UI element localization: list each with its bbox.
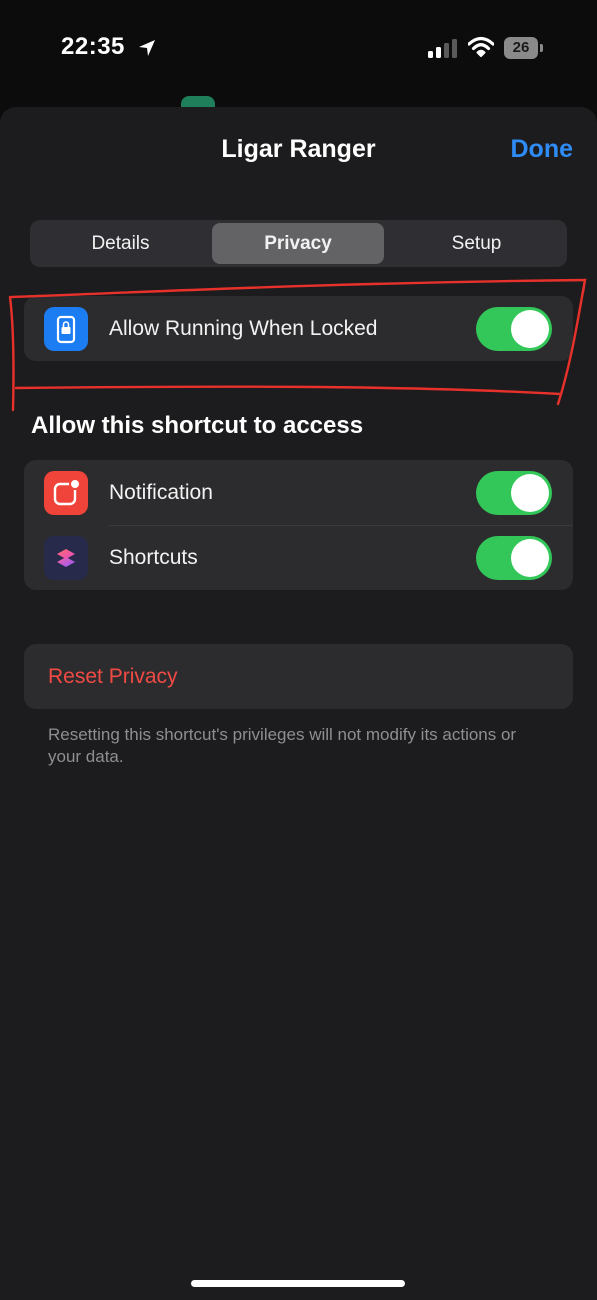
tab-details[interactable]: Details [33,223,208,264]
shortcuts-app-icon [44,536,88,580]
reset-privacy-button[interactable]: Reset Privacy [24,644,573,709]
page-title: Ligar Ranger [221,135,376,163]
notification-label: Notification [109,481,213,504]
battery-tip [540,44,543,52]
allow-running-locked-toggle[interactable] [476,307,552,351]
notification-row: Notification [24,460,573,526]
shortcuts-toggle[interactable] [476,536,552,580]
wifi-icon [468,36,494,57]
section-header: Allow this shortcut to access [31,412,364,439]
cellular-signal-icon [428,39,457,58]
done-button[interactable]: Done [511,135,574,164]
allow-running-locked-row: Allow Running When Locked [24,296,573,361]
shortcuts-row: Shortcuts [24,525,573,590]
segmented-control: Details Privacy Setup [30,220,567,267]
battery-level: 26 [512,39,530,56]
lock-screen-icon [44,307,88,351]
reset-privacy-label: Reset Privacy [48,665,178,688]
reset-footnote: Resetting this shortcut's privileges wil… [48,725,517,766]
notification-icon [44,471,88,515]
tab-privacy[interactable]: Privacy [212,223,384,264]
tab-setup[interactable]: Setup [389,223,564,264]
shortcuts-label: Shortcuts [109,546,198,569]
allow-running-locked-label: Allow Running When Locked [109,317,378,340]
status-time: 22:35 [61,33,125,60]
status-bar: 22:35 26 [0,0,597,100]
location-arrow-icon [139,40,155,56]
battery-icon: 26 [504,37,538,59]
home-indicator [191,1280,405,1287]
lock-setting-group: Allow Running When Locked [24,296,573,361]
access-list: Notification Shortcuts [24,460,573,590]
notification-toggle[interactable] [476,471,552,515]
